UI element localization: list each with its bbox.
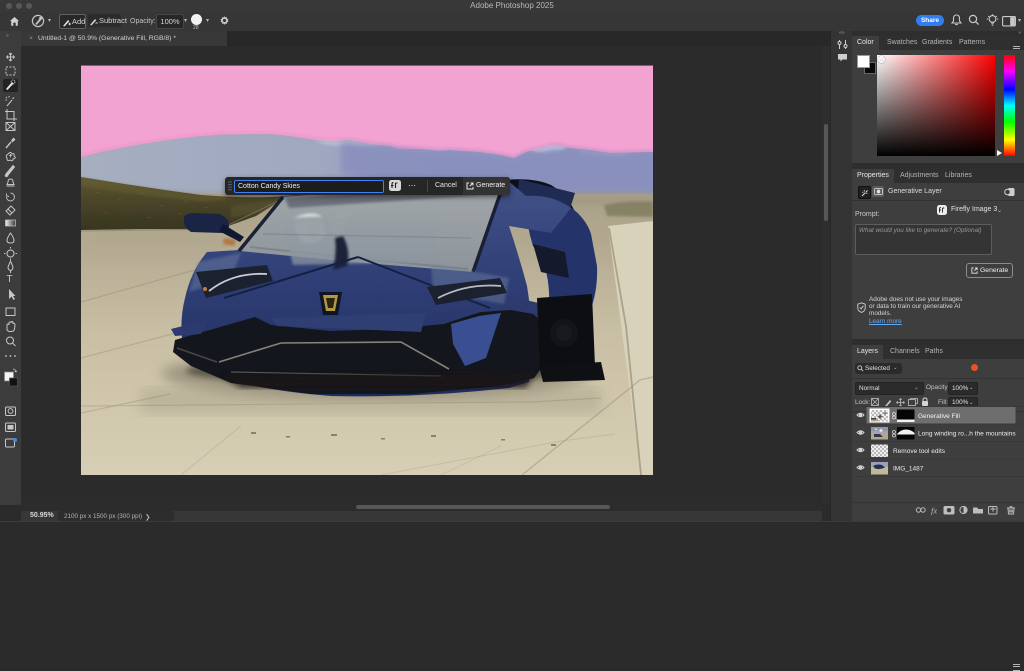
svg-text:T: T: [7, 274, 13, 285]
svg-text:Remove tool edits: Remove tool edits: [893, 448, 946, 455]
svg-text:fx: fx: [931, 506, 937, 516]
svg-text:Long winding ro...h the mounta: Long winding ro...h the mountains: [918, 431, 1016, 438]
svg-text:IMG_1487: IMG_1487: [893, 466, 924, 473]
svg-text:Generative Fill: Generative Fill: [918, 413, 960, 420]
